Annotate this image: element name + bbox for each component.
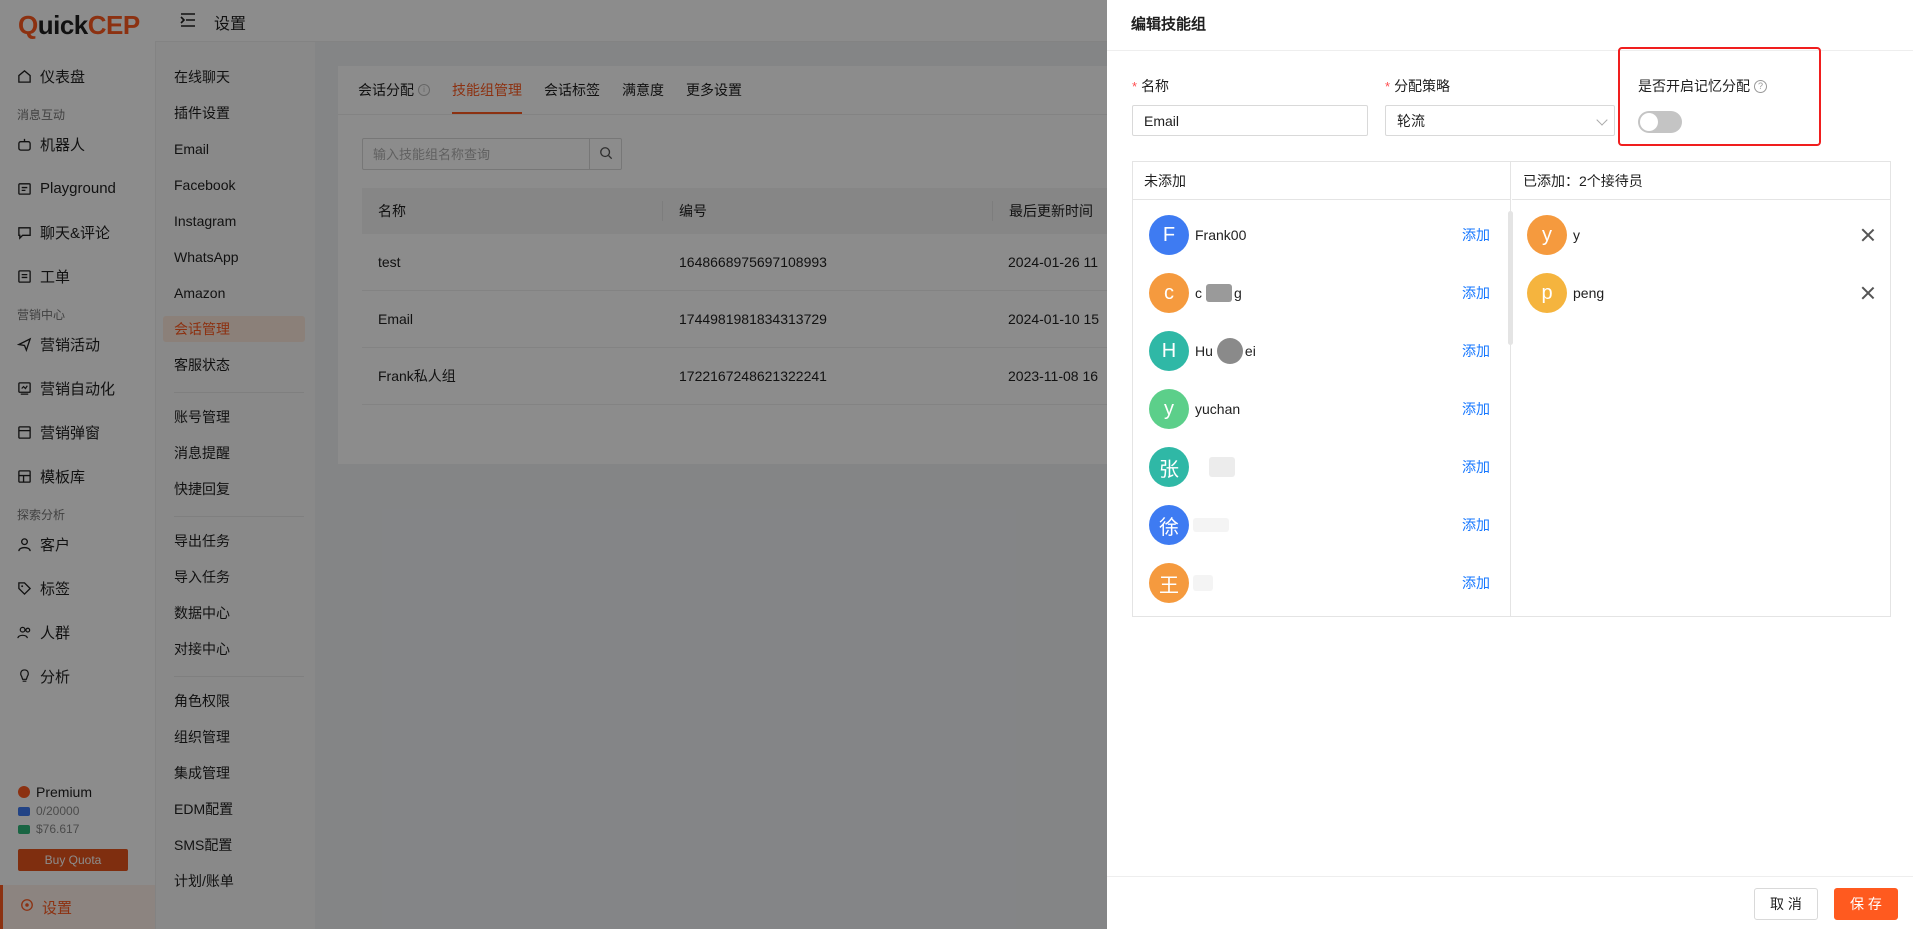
add-button[interactable]: 添加 [1462,573,1490,593]
avatar: 张 [1149,447,1189,487]
added-panel: 已添加：2个接待员 y y p peng [1512,162,1890,616]
name-input[interactable] [1144,112,1367,129]
name-label: * 名称 [1132,76,1169,96]
add-button[interactable]: 添加 [1462,515,1490,535]
agent-name: Frank00 [1195,227,1247,243]
strategy-label: * 分配策略 [1385,76,1450,96]
list-item: c c g 添加 [1133,268,1510,318]
agent-name: y [1573,227,1580,243]
required-mark: * [1132,78,1138,94]
cancel-button[interactable]: 取 消 [1754,888,1818,920]
add-button[interactable]: 添加 [1462,225,1490,245]
avatar: 徐 [1149,505,1189,545]
avatar: p [1527,273,1567,313]
avatar: y [1527,215,1567,255]
list-item: 张 添加 [1133,442,1510,492]
redaction [1209,457,1235,477]
add-button[interactable]: 添加 [1462,341,1490,361]
list-item: y yuchan 添加 [1133,384,1510,434]
redaction [1193,518,1229,532]
name-label-text: 名称 [1141,78,1170,94]
required-mark: * [1385,78,1391,94]
avatar: 王 [1149,563,1189,603]
redaction [1216,338,1243,364]
agent-name: peng [1573,285,1605,301]
list-item: H Hu ei 添加 [1133,326,1510,376]
drawer-title: 编辑技能组 [1131,16,1207,33]
redaction [1193,575,1213,591]
save-button[interactable]: 保 存 [1834,888,1898,920]
list-item: p peng [1512,268,1890,318]
avatar: y [1149,389,1189,429]
list-item: 王 添加 [1133,558,1510,608]
unadded-header: 未添加 [1133,162,1510,200]
add-button[interactable]: 添加 [1462,283,1490,303]
strategy-selected-value: 轮流 [1397,112,1425,129]
name-field [1132,105,1368,136]
avatar: c [1149,273,1189,313]
strategy-select[interactable]: 轮流 [1385,105,1615,136]
agent-name: c [1195,285,1202,301]
list-scrollbar[interactable] [1508,211,1513,345]
chevron-down-icon [1596,114,1608,126]
avatar: F [1149,215,1189,255]
added-header: 已添加：2个接待员 [1512,162,1890,200]
drawer-footer-divider [1107,876,1913,877]
agent-name-tail: g [1234,285,1242,301]
unadded-panel: 未添加 F Frank00 添加 c c g 添加 H Hu ei 添加 y y… [1133,162,1511,616]
redaction [1206,284,1232,302]
highlight-box [1618,47,1821,146]
list-item: F Frank00 添加 [1133,210,1510,260]
avatar: H [1149,331,1189,371]
add-button[interactable]: 添加 [1462,399,1490,419]
agent-name-tail: ei [1244,343,1256,359]
list-item: 徐 添加 [1133,500,1510,550]
drawer-mask[interactable] [0,0,1107,929]
remove-icon[interactable] [1860,285,1876,301]
remove-icon[interactable] [1860,227,1876,243]
agent-name: yuchan [1195,401,1241,417]
strategy-label-text: 分配策略 [1394,78,1451,94]
agent-name: Hu [1195,343,1213,359]
list-item: y y [1512,210,1890,260]
add-button[interactable]: 添加 [1462,457,1490,477]
